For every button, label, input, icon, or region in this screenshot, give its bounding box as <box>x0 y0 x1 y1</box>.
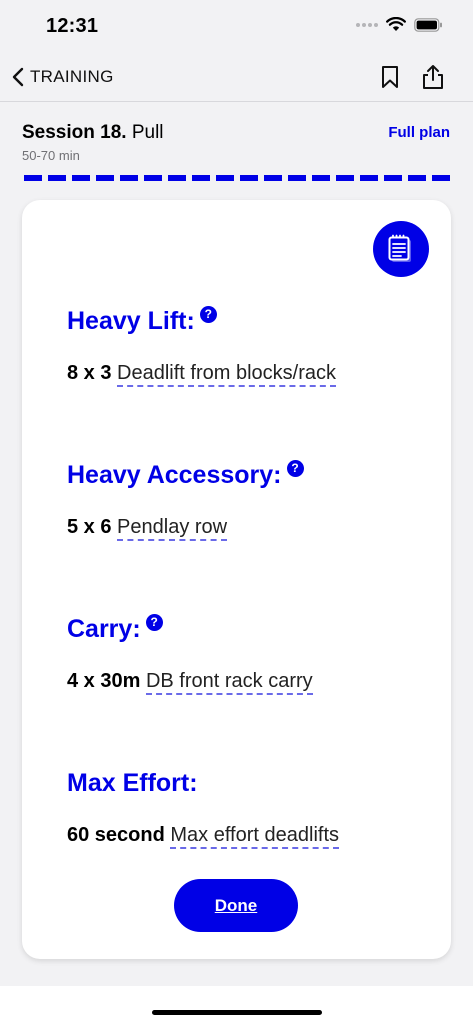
notepad-icon <box>388 234 411 262</box>
status-bar: 12:31 <box>0 0 473 52</box>
notes-button[interactable] <box>373 221 429 277</box>
progress-segment <box>384 175 402 181</box>
progress-segment <box>264 175 282 181</box>
help-icon[interactable]: ? <box>286 460 304 477</box>
progress-segment <box>72 175 90 181</box>
progress-segment <box>168 175 186 181</box>
progress-bar <box>24 175 450 181</box>
progress-segment <box>192 175 210 181</box>
section-heavy-lift: Heavy Lift:? 8 x 3 Deadlift from blocks/… <box>67 306 437 387</box>
progress-segment <box>336 175 354 181</box>
exercise-link[interactable]: DB front rack carry <box>145 670 313 695</box>
battery-icon <box>414 17 442 32</box>
progress-segment <box>240 175 258 181</box>
status-time: 12:31 <box>46 15 99 37</box>
exercise-row: 8 x 3 Deadlift from blocks/rack <box>67 362 437 387</box>
nav-bar: TRAINING <box>0 52 473 102</box>
exercise-row: 4 x 30m DB front rack carry <box>67 670 437 695</box>
progress-segment <box>408 175 426 181</box>
exercise-link[interactable]: Deadlift from blocks/rack <box>117 362 337 387</box>
exercise-row: 5 x 6 Pendlay row <box>67 516 437 541</box>
status-icons <box>356 17 443 32</box>
progress-segment <box>360 175 378 181</box>
progress-segment <box>312 175 330 181</box>
section-title: Heavy Lift: <box>67 307 195 335</box>
progress-segment <box>96 175 114 181</box>
progress-segment <box>288 175 306 181</box>
exercise-row: 60 second Max effort deadlifts <box>67 824 437 849</box>
wifi-icon <box>386 17 406 31</box>
session-duration: 50-70 min <box>22 148 80 163</box>
section-title: Max Effort: <box>67 769 198 797</box>
progress-segment <box>216 175 234 181</box>
exercise-quantity: 4 x 30m <box>67 670 141 692</box>
signal-icon <box>356 22 378 27</box>
bookmark-icon[interactable] <box>377 64 403 90</box>
done-button[interactable]: Done <box>174 879 298 932</box>
exercise-link[interactable]: Pendlay row <box>117 516 228 541</box>
progress-segment <box>144 175 162 181</box>
progress-segment <box>120 175 138 181</box>
section-max-effort: Max Effort: 60 second Max effort deadlif… <box>67 769 437 849</box>
exercise-quantity: 60 second <box>67 824 165 846</box>
section-heavy-accessory: Heavy Accessory:? 5 x 6 Pendlay row <box>67 460 437 541</box>
back-label: TRAINING <box>30 67 114 86</box>
back-button[interactable]: TRAINING <box>12 64 114 90</box>
full-plan-link[interactable]: Full plan <box>388 124 450 141</box>
exercise-quantity: 5 x 6 <box>67 516 112 538</box>
exercise-link[interactable]: Max effort deadlifts <box>170 824 339 849</box>
chevron-left-icon <box>12 67 24 87</box>
progress-segment <box>432 175 450 181</box>
exercise-quantity: 8 x 3 <box>67 362 112 384</box>
share-icon[interactable] <box>420 64 446 90</box>
progress-segment <box>24 175 42 181</box>
help-icon[interactable]: ? <box>199 306 217 323</box>
section-title: Carry: <box>67 615 141 643</box>
home-indicator <box>152 1010 322 1015</box>
progress-segment <box>48 175 66 181</box>
bottom-safe-area <box>0 986 473 1024</box>
workout-card: Heavy Lift:? 8 x 3 Deadlift from blocks/… <box>22 200 451 959</box>
section-title: Heavy Accessory: <box>67 461 282 489</box>
section-carry: Carry:? 4 x 30m DB front rack carry <box>67 614 437 695</box>
help-icon[interactable]: ? <box>145 614 163 631</box>
